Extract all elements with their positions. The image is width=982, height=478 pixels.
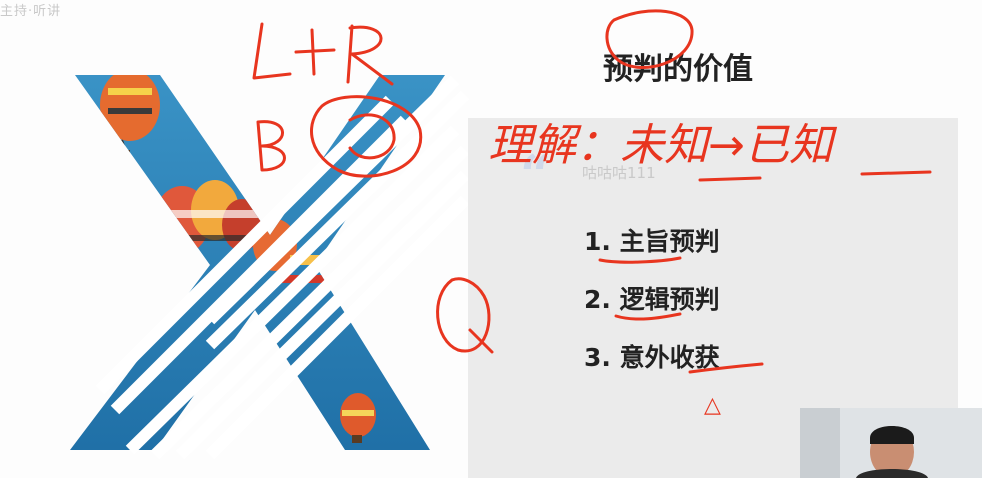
presenter-figure	[800, 408, 982, 478]
presenter-webcam	[800, 408, 982, 478]
watermark-text: 主持·听讲	[0, 4, 62, 19]
slide-title: 预判的价值	[603, 52, 753, 87]
quote-mark-icon: “	[520, 143, 552, 207]
list-item: 3. 意外收获	[584, 343, 720, 372]
author-handle: 咕咕咕111	[582, 164, 656, 182]
x-balloon-artwork	[70, 75, 470, 460]
video-frame: { "watermark": { "text": "主持·听讲" }, "sli…	[0, 0, 982, 478]
list-item: 1. 主旨预判	[584, 227, 720, 256]
list-item: 2. 逻辑预判	[584, 285, 720, 314]
